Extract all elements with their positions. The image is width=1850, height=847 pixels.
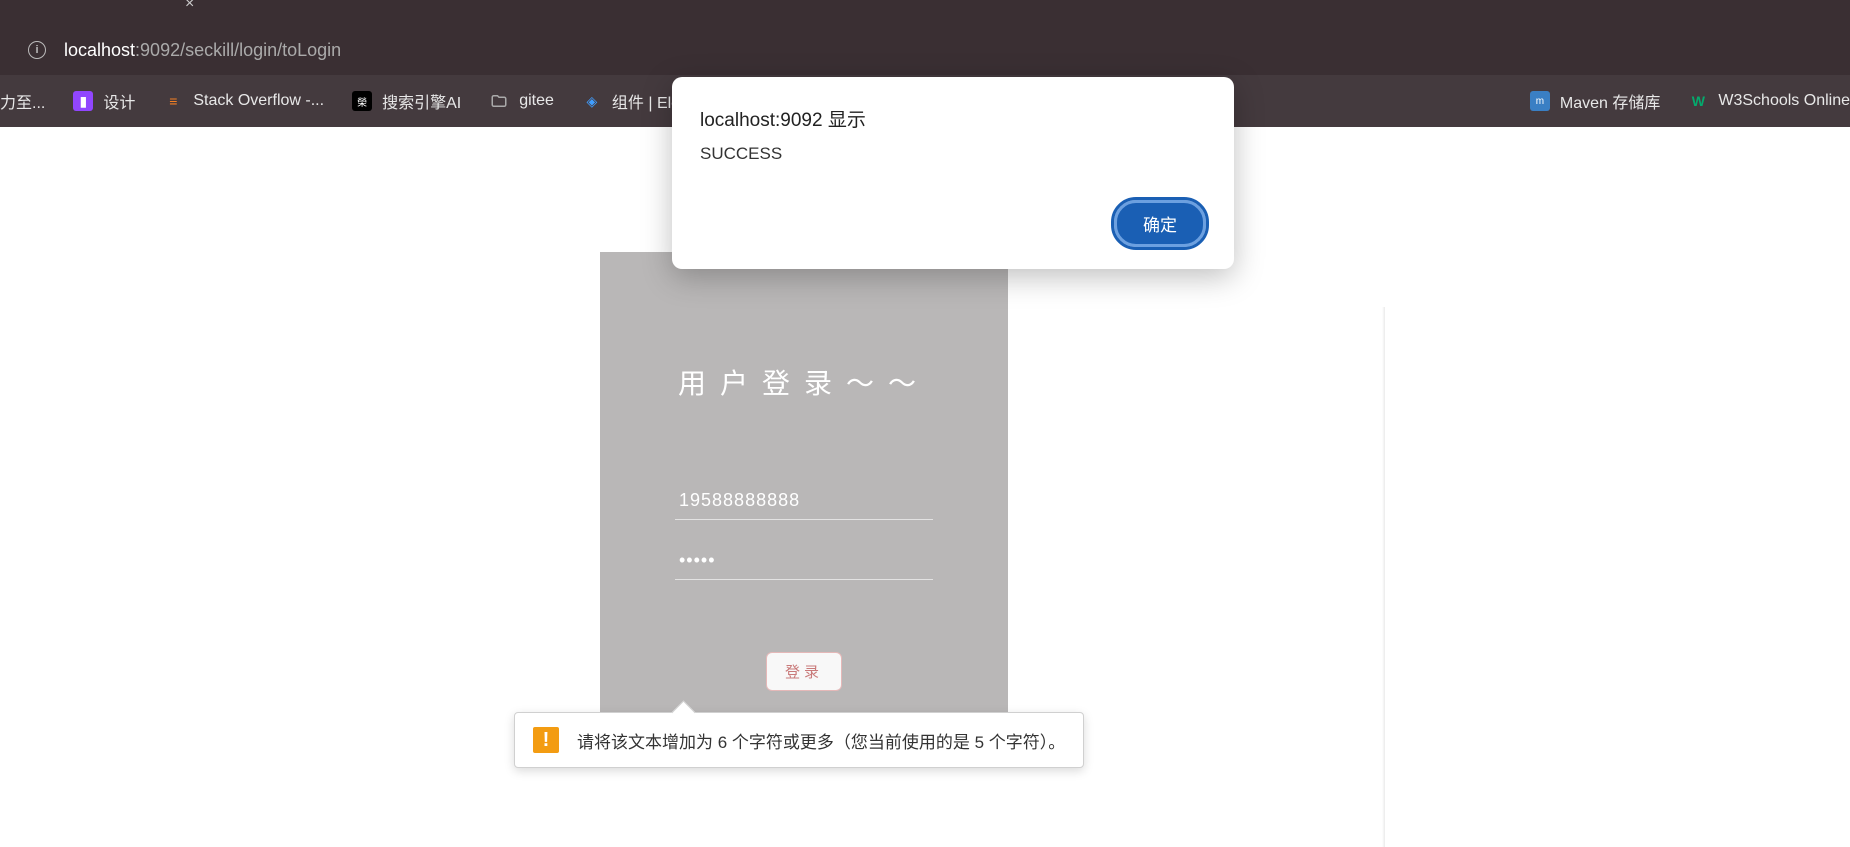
username-input[interactable] bbox=[675, 482, 933, 520]
search-engine-icon: 榮 bbox=[352, 91, 372, 111]
password-input[interactable] bbox=[675, 542, 933, 580]
bookmark-label: 搜索引擎AI bbox=[382, 89, 461, 113]
warning-icon: ! bbox=[533, 727, 559, 753]
url-path: :9092/seckill/login/toLogin bbox=[135, 40, 341, 60]
close-icon[interactable]: × bbox=[185, 0, 194, 13]
bookmark-item[interactable]: gitee bbox=[489, 91, 554, 111]
bookmark-label: gitee bbox=[519, 92, 554, 110]
alert-message: SUCCESS bbox=[700, 144, 1206, 164]
bookmark-item[interactable]: 榮 搜索引擎AI bbox=[352, 89, 461, 113]
alert-dialog: localhost:9092 显示 SUCCESS 确定 bbox=[672, 77, 1234, 269]
validation-message: 请将该文本增加为 6 个字符或更多（您当前使用的是 5 个字符）。 bbox=[577, 728, 1065, 753]
stackoverflow-icon: ≡ bbox=[163, 91, 183, 111]
validation-tooltip: ! 请将该文本增加为 6 个字符或更多（您当前使用的是 5 个字符）。 bbox=[514, 712, 1084, 768]
maven-icon: m bbox=[1530, 91, 1550, 111]
bookmark-item[interactable]: ▮ 设计 bbox=[73, 89, 135, 113]
w3schools-icon: W bbox=[1688, 91, 1708, 111]
twitch-icon: ▮ bbox=[73, 91, 93, 111]
bookmark-item[interactable]: 力至... bbox=[0, 89, 45, 113]
alert-actions: 确定 bbox=[700, 200, 1206, 247]
bookmark-label: 设计 bbox=[103, 89, 135, 113]
bookmark-item[interactable]: ≡ Stack Overflow -... bbox=[163, 91, 324, 111]
login-button[interactable]: 登录 bbox=[766, 652, 842, 691]
info-icon[interactable]: i bbox=[28, 41, 46, 59]
bookmark-label: Stack Overflow -... bbox=[193, 92, 324, 110]
address-bar: i localhost:9092/seckill/login/toLogin bbox=[0, 25, 1850, 75]
bookmark-item[interactable]: W W3Schools Online bbox=[1688, 91, 1850, 111]
bookmark-item[interactable]: m Maven 存储库 bbox=[1530, 89, 1660, 113]
login-title: 用户登录～～ bbox=[600, 362, 1008, 402]
decorative-shadow bbox=[1382, 307, 1385, 847]
browser-tab-strip: × bbox=[0, 0, 1850, 25]
url-text[interactable]: localhost:9092/seckill/login/toLogin bbox=[64, 40, 341, 61]
login-form: 登录 bbox=[600, 482, 1008, 691]
bookmark-label: 力至... bbox=[0, 89, 45, 113]
element-icon: ◈ bbox=[582, 91, 602, 111]
folder-icon bbox=[489, 91, 509, 111]
url-host: localhost bbox=[64, 40, 135, 60]
bookmark-label: Maven 存储库 bbox=[1560, 89, 1660, 113]
login-card: 用户登录～～ 登录 bbox=[600, 252, 1008, 722]
alert-ok-button[interactable]: 确定 bbox=[1114, 200, 1206, 247]
bookmark-label: W3Schools Online bbox=[1718, 92, 1850, 110]
alert-title: localhost:9092 显示 bbox=[700, 105, 1206, 132]
